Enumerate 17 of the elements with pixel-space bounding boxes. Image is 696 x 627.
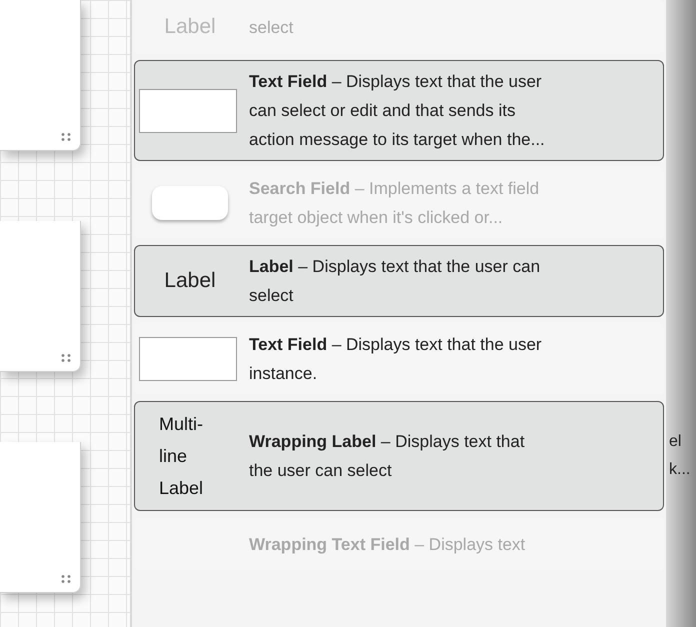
item-description: Wrapping Text Field – Displays text bbox=[248, 534, 526, 556]
resize-handle-icon[interactable] bbox=[60, 353, 72, 363]
item-description: Search Field – Implements a text field target object when it's clicked or... bbox=[248, 178, 540, 229]
item-description: Wrapping Label – Displays text that the user can select bbox=[248, 431, 525, 482]
label-preview: Multi- line Label bbox=[158, 413, 204, 500]
label-preview: Label bbox=[164, 269, 216, 293]
item-description: Text Field – Displays text that the user can select or edit and that sends its action message to its target when the... bbox=[248, 71, 545, 151]
library-item[interactable]: Text Field – Displays text that the user can select or edit and that sends its action message to its target when the... bbox=[134, 60, 664, 161]
resize-handle-icon[interactable] bbox=[60, 574, 72, 584]
label-preview: Label bbox=[164, 15, 216, 39]
item-description: Text Field – Displays text that the user instance. bbox=[248, 334, 542, 385]
item-description: select bbox=[248, 16, 294, 38]
library-item[interactable]: Label Label – Displays text that the user can select bbox=[134, 245, 664, 317]
resize-handle-icon[interactable] bbox=[60, 132, 72, 142]
item-description: Label – Displays text that the user can select bbox=[248, 256, 540, 307]
item-description: el k... bbox=[668, 432, 690, 480]
library-item[interactable]: Multi- line Label Wrapping Label – Displays text that the user can select bbox=[134, 401, 664, 511]
